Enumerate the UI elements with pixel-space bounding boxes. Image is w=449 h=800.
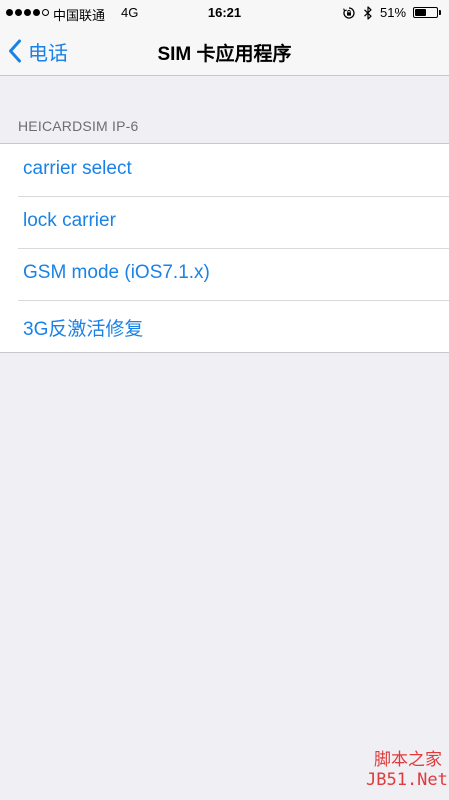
list-item-label: carrier select [23, 158, 132, 179]
status-bar: 中国联通 4G 16:21 51% [0, 0, 449, 26]
battery-nub [439, 10, 441, 15]
watermark-line1: 脚本之家 [374, 750, 442, 770]
navigation-bar: 电话 SIM 卡应用程序 [0, 26, 449, 76]
battery-percent: 51% [380, 5, 407, 20]
battery-level-fill [415, 9, 426, 16]
page-title: SIM 卡应用程序 [157, 44, 292, 65]
list-item-carrier-select[interactable]: carrier select [0, 144, 449, 196]
list-item-3g-deactivation-fix[interactable]: 3G反激活修复 [0, 300, 449, 352]
watermark-logo: 脚本之家 JB51.Net [366, 750, 448, 790]
sim-app-list: carrier select lock carrier GSM mode (iO… [0, 143, 449, 353]
orientation-lock-icon [343, 7, 355, 19]
list-item-label: lock carrier [23, 210, 116, 231]
section-header: HEICARDSIM IP-6 [18, 118, 139, 134]
battery-icon [413, 7, 438, 18]
watermark-line2: JB51.Net [366, 770, 448, 790]
list-item-label: 3G反激活修复 [23, 319, 144, 340]
bluetooth-icon [364, 6, 372, 20]
list-item-lock-carrier[interactable]: lock carrier [0, 196, 449, 248]
list-item-gsm-mode[interactable]: GSM mode (iOS7.1.x) [0, 248, 449, 300]
list-item-label: GSM mode (iOS7.1.x) [23, 262, 210, 283]
